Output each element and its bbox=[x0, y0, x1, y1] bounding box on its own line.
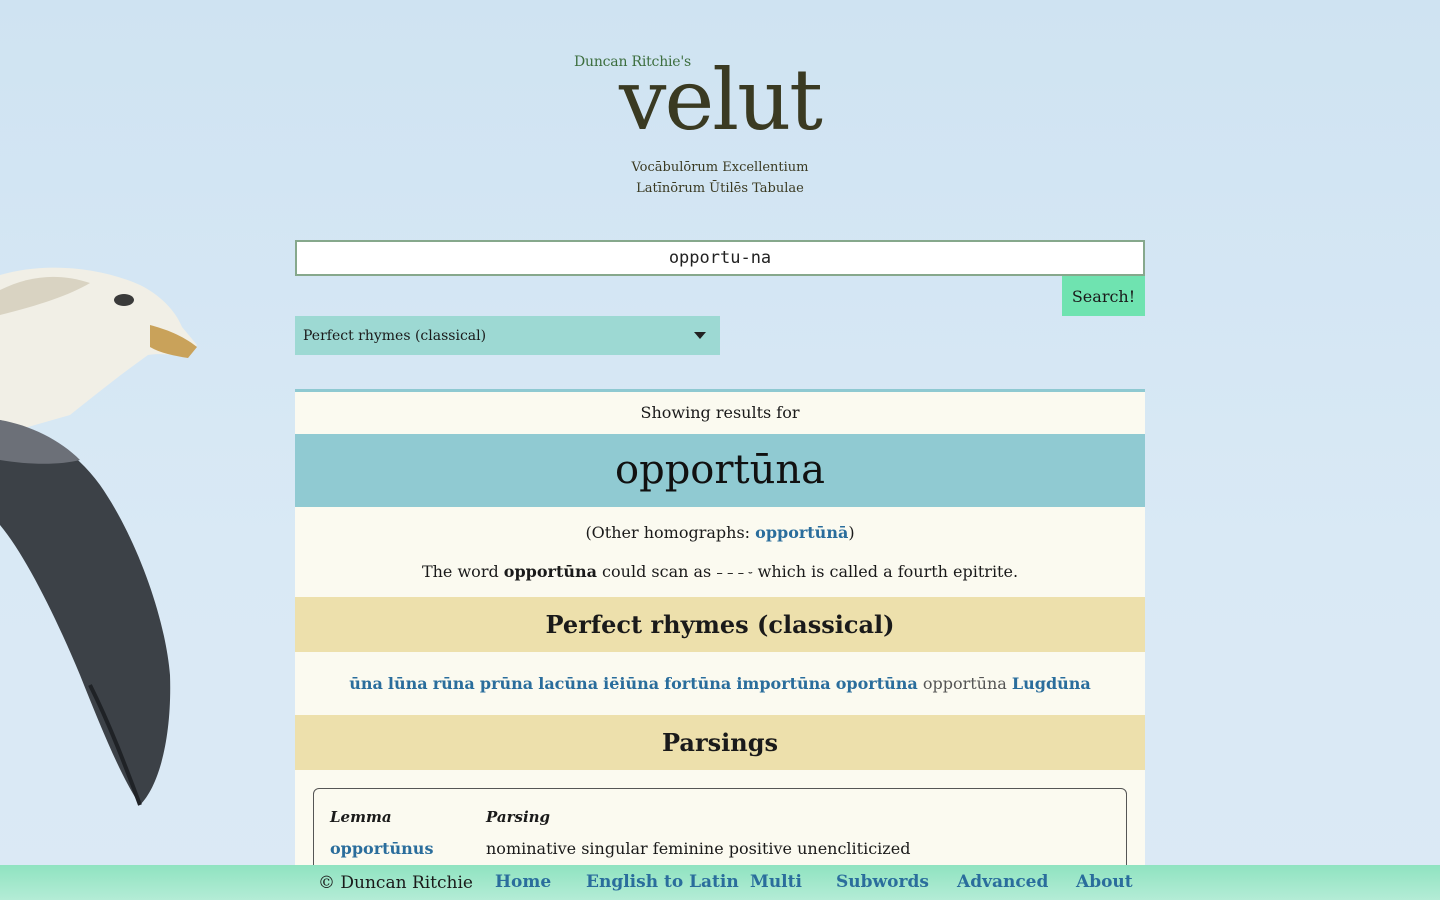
column-header-parsing: Parsing bbox=[486, 808, 551, 826]
chevron-down-icon bbox=[694, 332, 706, 339]
result-word: opportūna bbox=[295, 434, 1145, 507]
search-input[interactable] bbox=[295, 240, 1145, 276]
tagline-line-1: Vocābulōrum Excellentium bbox=[631, 160, 809, 175]
search-mode-select[interactable]: Perfect rhymes (classical) bbox=[295, 316, 720, 355]
nav-english-to-latin[interactable]: English to Latin bbox=[586, 872, 739, 892]
rhyme-link[interactable]: Lugdūna bbox=[1012, 674, 1091, 693]
rhyme-link[interactable]: rūna bbox=[433, 674, 475, 693]
parsings-header-row: Lemma Parsing bbox=[330, 803, 1110, 831]
column-header-lemma: Lemma bbox=[330, 808, 392, 826]
nav-about[interactable]: About bbox=[1076, 872, 1133, 892]
scansion-line: The word opportūna could scan as – – – ⏑… bbox=[295, 562, 1145, 581]
rhyme-link[interactable]: prūna bbox=[480, 674, 533, 693]
parsings-table: Lemma Parsing opportūnus nominative sing… bbox=[313, 788, 1127, 865]
scan-word: opportūna bbox=[503, 562, 597, 581]
showing-results-label: Showing results for bbox=[640, 403, 800, 422]
homographs-suffix: ) bbox=[848, 523, 855, 542]
rhyme-link[interactable]: ūna bbox=[349, 674, 383, 693]
parsings-heading: Parsings bbox=[295, 715, 1145, 770]
rhyme-current-word: opportūna bbox=[922, 674, 1007, 693]
rhyme-link[interactable]: iēiūna bbox=[603, 674, 659, 693]
rhyme-link[interactable]: lūna bbox=[388, 674, 428, 693]
rhyme-link[interactable]: lacūna bbox=[538, 674, 598, 693]
scansion-pattern: – – – ⏑ bbox=[716, 566, 753, 581]
nav-advanced[interactable]: Advanced bbox=[957, 872, 1048, 892]
rhymes-heading: Perfect rhymes (classical) bbox=[295, 597, 1145, 652]
homograph-link[interactable]: opportūnā bbox=[755, 523, 848, 542]
fulmar-bird-image bbox=[0, 267, 197, 806]
lemma-link[interactable]: opportūnus bbox=[330, 839, 433, 858]
footer-bar: © Duncan Ritchie Home English to Latin M… bbox=[0, 865, 1440, 900]
search-button[interactable]: Search! bbox=[1062, 276, 1145, 316]
rhyme-list: ūna lūna rūna prūna lacūna iēiūna fortūn… bbox=[295, 652, 1145, 715]
site-tagline: Vocābulōrum Excellentium Latīnōrum Ūtilē… bbox=[0, 157, 1440, 199]
rhyme-link[interactable]: importūna bbox=[736, 674, 830, 693]
nav-multi[interactable]: Multi bbox=[750, 872, 802, 892]
homographs-line: (Other homographs: opportūnā) bbox=[295, 523, 1145, 542]
rhyme-link[interactable]: fortūna bbox=[664, 674, 731, 693]
homographs-prefix: (Other homographs: bbox=[585, 523, 756, 542]
results-panel: Showing results for opportūna (Other hom… bbox=[295, 389, 1145, 865]
scan-middle: could scan as bbox=[596, 562, 717, 581]
search-mode-selected: Perfect rhymes (classical) bbox=[303, 327, 487, 344]
copyright-text: © Duncan Ritchie bbox=[318, 872, 473, 893]
parsing-text: nominative singular feminine positive un… bbox=[486, 839, 911, 858]
scan-prefix: The word bbox=[421, 562, 504, 581]
nav-subwords[interactable]: Subwords bbox=[836, 872, 929, 892]
scan-suffix: which is called a fourth epitrite. bbox=[752, 562, 1019, 581]
table-row: opportūnus nominative singular feminine … bbox=[330, 831, 1110, 865]
nav-home[interactable]: Home bbox=[495, 872, 551, 892]
site-logo[interactable]: velut bbox=[0, 55, 1440, 145]
rhyme-link[interactable]: oportūna bbox=[836, 674, 918, 693]
tagline-line-2: Latīnōrum Ūtilēs Tabulae bbox=[636, 181, 804, 196]
